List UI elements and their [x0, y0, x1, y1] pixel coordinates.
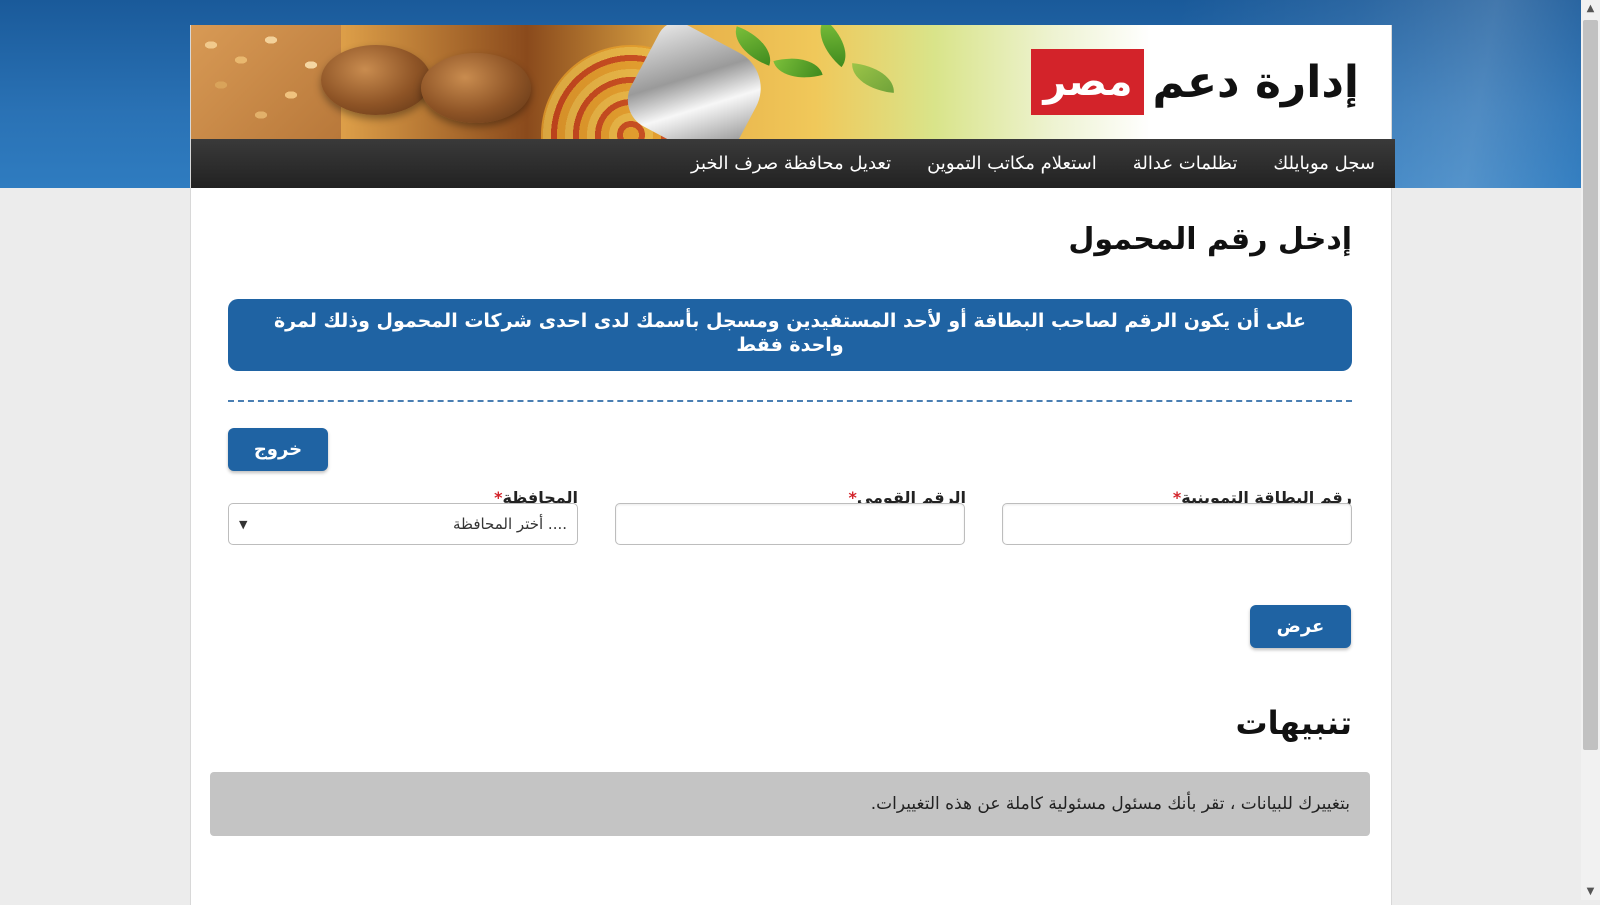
- dashed-divider: [228, 400, 1352, 402]
- scroll-up-arrow-icon[interactable]: ▲: [1581, 0, 1600, 17]
- vertical-scrollbar[interactable]: ▲ ▼: [1581, 0, 1600, 900]
- national-id-input[interactable]: [615, 503, 965, 545]
- content-area: إدخل رقم المحمول على أن يكون الرقم لصاحب…: [190, 0, 1390, 900]
- logout-button[interactable]: خروج: [228, 428, 328, 471]
- governorate-select[interactable]: ▼ .... أختر المحافظة: [228, 503, 578, 545]
- page-title: إدخل رقم المحمول: [1068, 222, 1352, 257]
- scroll-down-arrow-icon[interactable]: ▼: [1581, 883, 1600, 900]
- scrollbar-thumb[interactable]: [1583, 20, 1598, 750]
- governorate-selected-value: .... أختر المحافظة: [452, 515, 567, 533]
- dropdown-arrow-icon: ▼: [239, 517, 248, 531]
- alert-message-box: بتغييرك للبيانات ، تقر بأنك مسئول مسئولي…: [210, 772, 1370, 836]
- mobile-notice-banner: على أن يكون الرقم لصاحب البطاقة أو لأحد …: [228, 299, 1352, 371]
- alerts-title: تنبيهات: [1235, 704, 1353, 742]
- alert-message-text: بتغييرك للبيانات ، تقر بأنك مسئول مسئولي…: [870, 794, 1350, 814]
- show-button[interactable]: عرض: [1250, 605, 1351, 648]
- card-number-input[interactable]: [1002, 503, 1352, 545]
